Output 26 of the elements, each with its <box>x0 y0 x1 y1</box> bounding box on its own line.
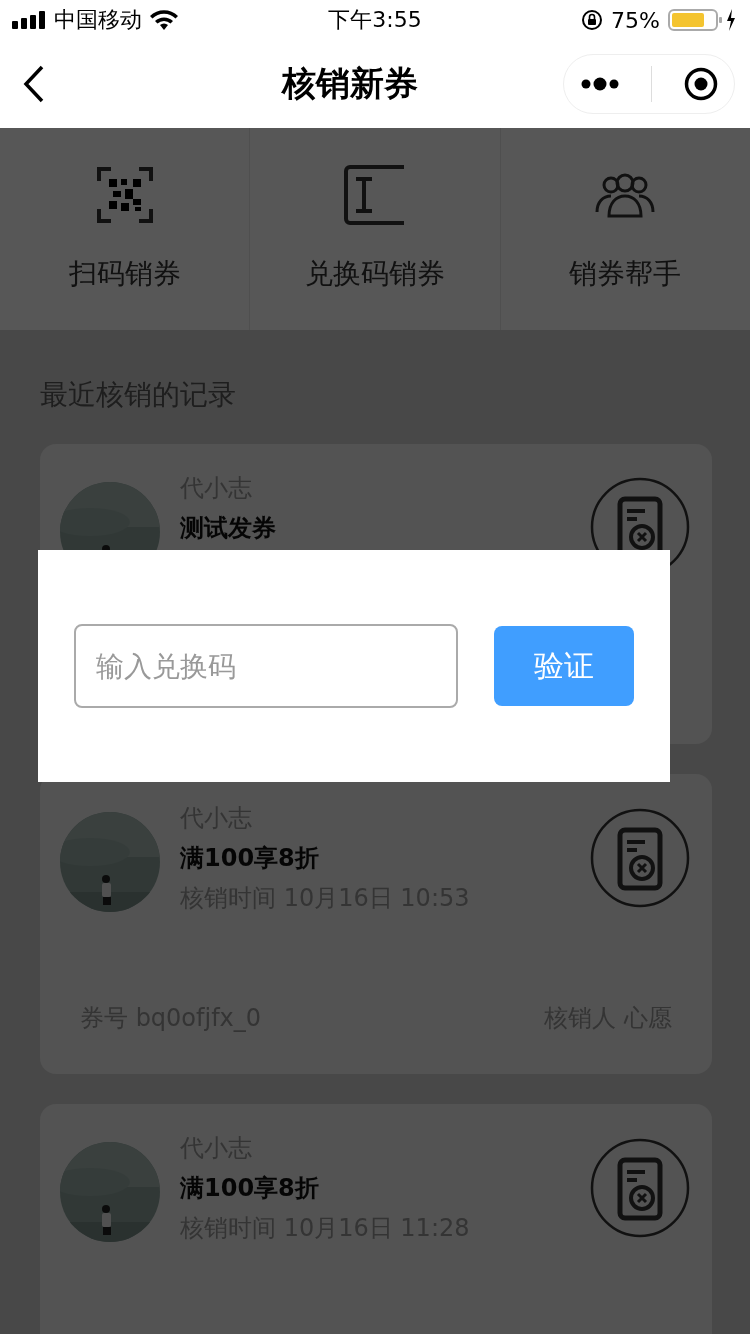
battery-charging-icon <box>668 8 738 32</box>
back-icon[interactable] <box>22 65 46 103</box>
rotation-lock-icon <box>581 9 604 31</box>
action-label: 销券帮手 <box>569 256 682 292</box>
code-input[interactable]: 输入兑换码 <box>74 624 458 708</box>
battery-percent: 75% <box>611 7 660 33</box>
signal-icon <box>12 11 46 29</box>
carrier-name: 中国移动 <box>54 6 142 34</box>
page-title: 核销新券 <box>281 62 418 105</box>
voided-coupon-icon <box>590 1138 690 1238</box>
verify-button[interactable]: 验证 <box>494 626 634 706</box>
action-tile[interactable]: 扫码销券 <box>0 128 251 330</box>
more-icon[interactable] <box>579 77 620 91</box>
coupon-title: 满100享8折 <box>180 843 320 874</box>
qr-scan-icon <box>96 165 153 225</box>
action-tile[interactable]: 兑换码销券 <box>250 128 501 330</box>
coupon-title: 测试发券 <box>180 513 277 544</box>
wifi-icon <box>150 10 178 30</box>
close-target-icon[interactable] <box>684 67 719 101</box>
text-cursor-icon <box>344 165 406 225</box>
action-label: 扫码销券 <box>68 256 181 292</box>
action-label: 兑换码销券 <box>305 256 445 292</box>
clock-time: 下午3:55 <box>328 6 422 34</box>
coupon-title: 满100享8折 <box>180 1173 320 1204</box>
voided-coupon-icon <box>590 808 690 908</box>
action-tile[interactable]: 销券帮手 <box>500 128 750 330</box>
